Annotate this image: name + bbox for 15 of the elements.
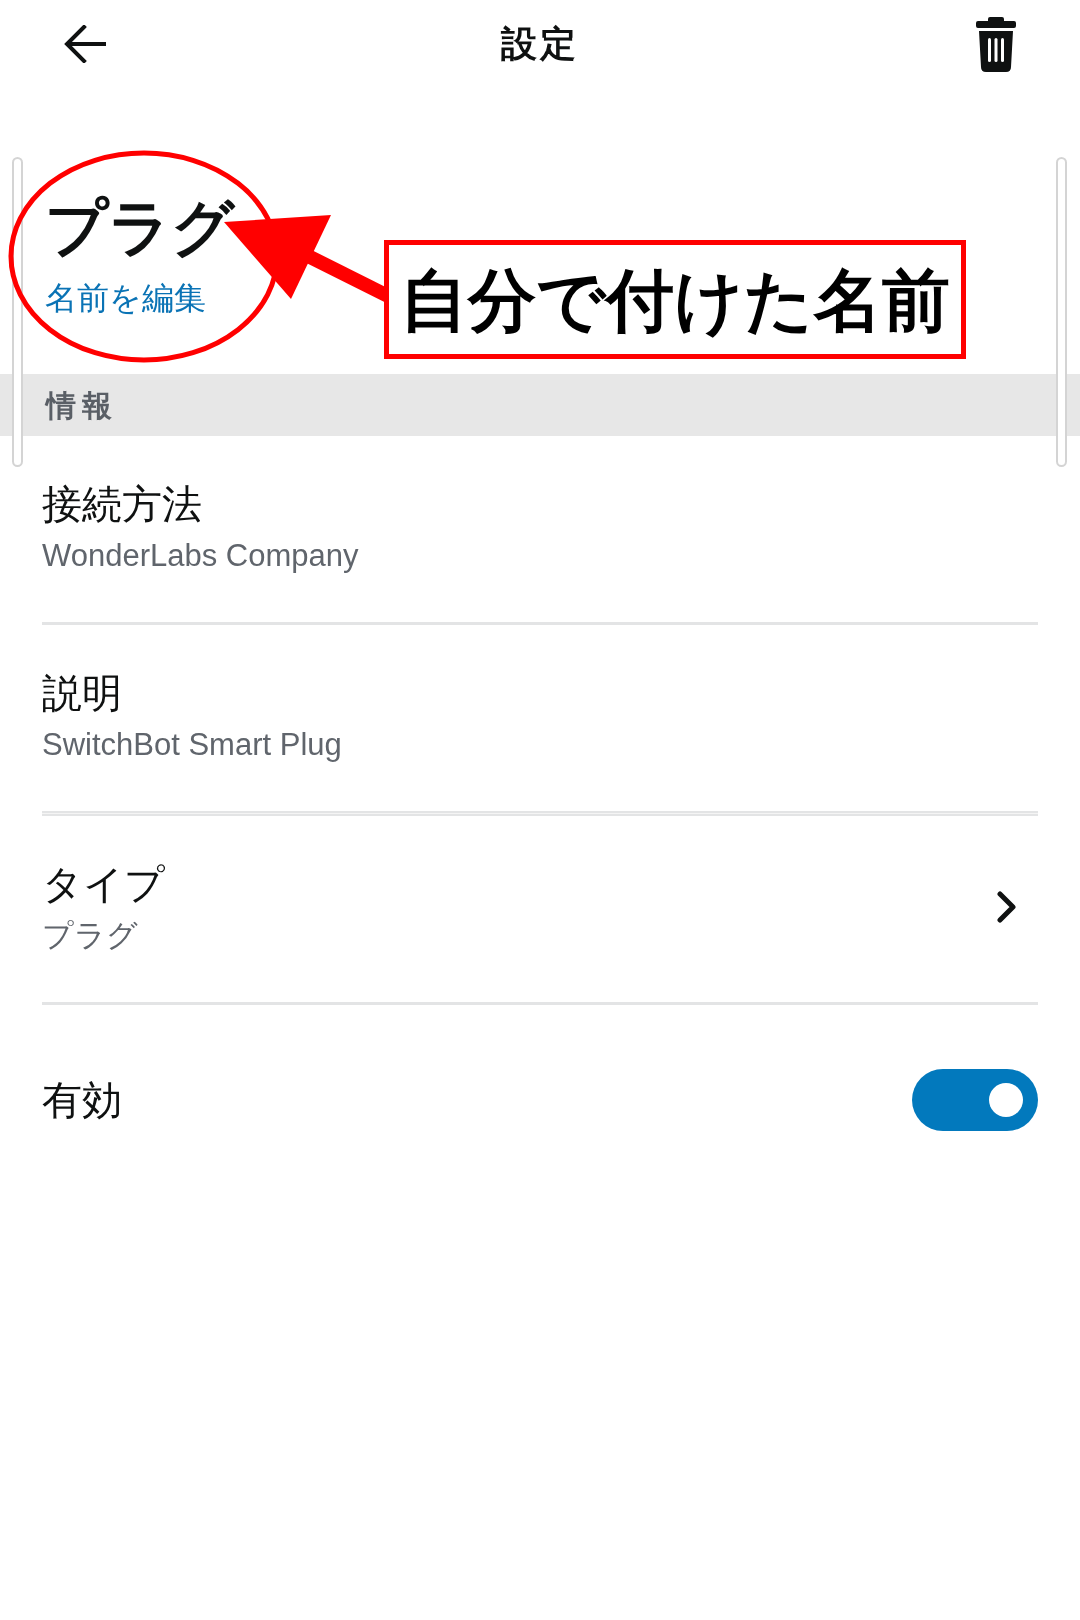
- page-title: 設定: [501, 22, 579, 66]
- section-title: 情報: [46, 387, 118, 424]
- row-value: SwitchBot Smart Plug: [42, 726, 342, 764]
- chevron-right-icon: [996, 891, 1018, 923]
- row-value: プラグ: [42, 917, 139, 955]
- row-label: 説明: [42, 670, 123, 717]
- edit-name-link[interactable]: 名前を編集: [45, 278, 206, 318]
- trash-icon[interactable]: [976, 16, 1016, 72]
- annotation-label: 自分で付けた名前: [384, 240, 966, 359]
- device-name: プラグ: [45, 192, 234, 264]
- row-label: 接続方法: [42, 481, 203, 528]
- row-value: WonderLabs Company: [42, 537, 359, 575]
- row-label: 有効: [42, 1077, 122, 1124]
- row-label: タイプ: [42, 861, 165, 908]
- back-arrow-icon[interactable]: [64, 25, 106, 63]
